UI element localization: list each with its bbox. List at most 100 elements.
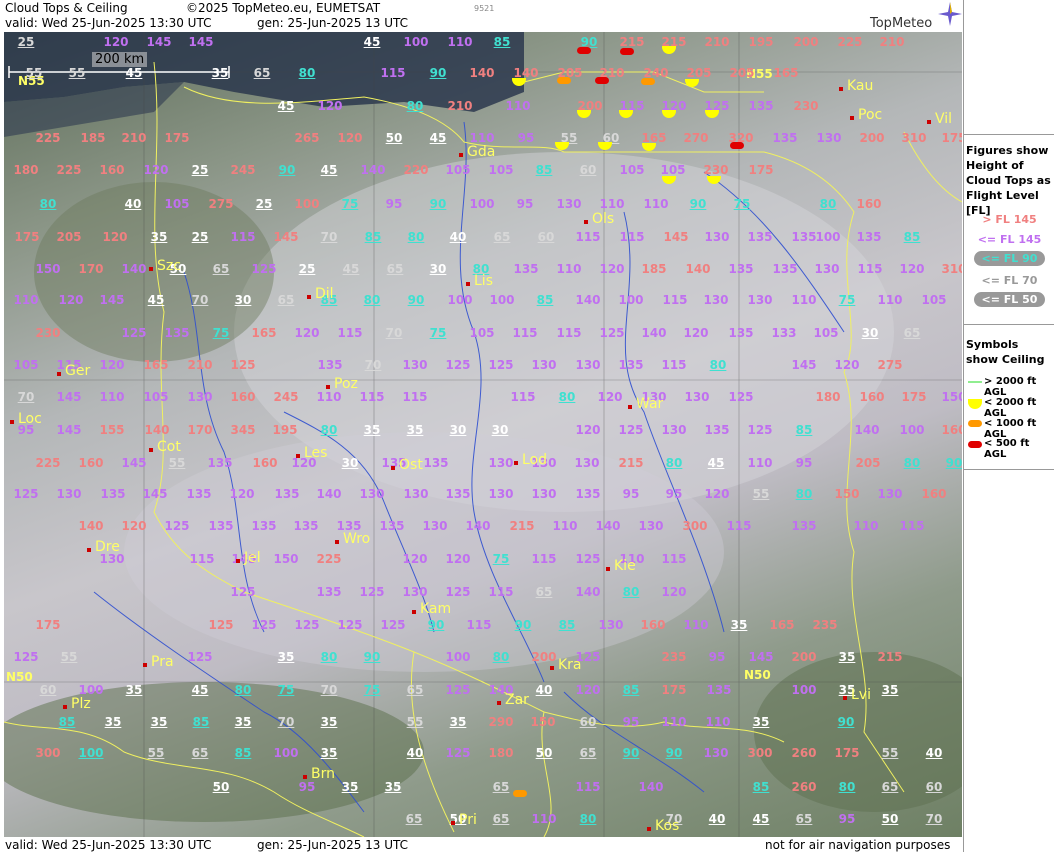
cloud-top-value: 170 xyxy=(78,262,104,276)
cloud-top-value: 65 xyxy=(253,66,271,80)
cloud-top-value: 210 xyxy=(879,35,905,49)
satellite-map[interactable]: 200 km N55 N55 N50 N50 25 120 145 145 45 100 1… xyxy=(4,32,962,837)
city-label: Poc xyxy=(858,107,883,123)
cloud-top-value: 95 xyxy=(838,812,856,826)
legend-heights: Figures show Height of Cloud Tops as Fli… xyxy=(964,134,1054,325)
ceiling-lt500-icon xyxy=(577,47,591,54)
cloud-top-value: 135 xyxy=(100,487,126,501)
cloud-top-value: 100 xyxy=(489,293,515,307)
cloud-top-value: 70 xyxy=(320,683,338,697)
cloud-top-value: 50 xyxy=(535,746,553,760)
cloud-top-value: 160 xyxy=(859,390,885,404)
cloud-top-value: 130 xyxy=(402,585,428,599)
cloud-top-value: 125 xyxy=(359,585,385,599)
cloud-top-value: 35 xyxy=(363,423,381,437)
cloud-top-value: 30 xyxy=(449,423,467,437)
city-label: Loc xyxy=(18,411,42,427)
cloud-top-value: 235 xyxy=(812,618,838,632)
cloud-top-value: 80 xyxy=(39,197,57,211)
valid-time: valid: Wed 25-Jun-2025 13:30 UTC xyxy=(5,16,212,30)
cloud-top-value: 135 xyxy=(791,519,817,533)
map-id: 9521 xyxy=(474,4,495,13)
cloud-top-value: 130 xyxy=(403,487,429,501)
cloud-top-value: 130 xyxy=(574,456,600,470)
cloud-top-value: 35 xyxy=(211,66,229,80)
cloud-top-value: 120 xyxy=(337,131,363,145)
cloud-top-value: 110 xyxy=(661,715,687,729)
city-marker xyxy=(57,372,61,376)
city-marker xyxy=(87,548,91,552)
cloud-top-value: 150 xyxy=(273,552,299,566)
cloud-top-value: 140 xyxy=(78,519,104,533)
cloud-top-value: 45 xyxy=(320,163,338,177)
cloud-top-value: 75 xyxy=(341,197,359,211)
city-marker xyxy=(143,663,147,667)
cloud-top-value: 45 xyxy=(147,293,165,307)
cloud-top-value: 210 xyxy=(121,131,147,145)
cloud-top-value: 130 xyxy=(531,487,557,501)
city-label: Vil xyxy=(935,111,953,127)
cloud-top-value: 35 xyxy=(150,715,168,729)
cloud-top-value: 80 xyxy=(320,423,338,437)
cloud-top-value: 200 xyxy=(531,650,557,664)
cloud-top-value: 115 xyxy=(488,585,514,599)
cloud-top-value: 35 xyxy=(384,780,402,794)
city-marker xyxy=(843,696,847,700)
cloud-top-value: 120 xyxy=(575,683,601,697)
cloud-top-value: 205 xyxy=(855,456,881,470)
cloud-top-value: 150 xyxy=(834,487,860,501)
cloud-top-value: 90 xyxy=(278,163,296,177)
city-label: Gda xyxy=(467,144,496,160)
cloud-top-value: 175 xyxy=(14,230,40,244)
cloud-top-value: 125 xyxy=(445,683,471,697)
cloud-top-value: 60 xyxy=(39,683,57,697)
cloud-top-value: 225 xyxy=(56,163,82,177)
city-marker xyxy=(391,466,395,470)
cloud-top-value: 45 xyxy=(277,99,295,113)
cloud-top-value: 125 xyxy=(230,358,256,372)
cloud-top-value: 110 xyxy=(99,390,125,404)
city-marker xyxy=(149,267,153,271)
cloud-top-value: 115 xyxy=(857,262,883,276)
cloud-top-value: 245 xyxy=(230,163,256,177)
cloud-top-value: 125 xyxy=(121,326,147,340)
map-title: Cloud Tops & Ceiling xyxy=(5,1,128,15)
cloud-top-value: 290 xyxy=(488,715,514,729)
cloud-top-value: 140 xyxy=(638,780,664,794)
cloud-top-value: 125 xyxy=(488,358,514,372)
cloud-top-value: 80 xyxy=(298,66,316,80)
cloud-top-value: 140 xyxy=(465,519,491,533)
cloud-top-value: 145 xyxy=(142,487,168,501)
cloud-top-value: 105 xyxy=(164,197,190,211)
cloud-top-value: 75 xyxy=(838,293,856,307)
cloud-top-value: 90 xyxy=(363,650,381,664)
cloud-top-value: 140 xyxy=(316,487,342,501)
cloud-top-value: 95 xyxy=(795,456,813,470)
cloud-top-value: 85 xyxy=(234,746,252,760)
ceiling-gt2000-icon xyxy=(968,381,982,383)
legend-heights-title: Figures show Height of Cloud Tops as Fli… xyxy=(966,144,1051,217)
cloud-top-value: 235 xyxy=(661,650,687,664)
cloud-top-value: 115 xyxy=(402,390,428,404)
city-marker xyxy=(149,448,153,452)
footer-valid-time: valid: Wed 25-Jun-2025 13:30 UTC xyxy=(5,838,212,852)
cloud-top-value: 145 xyxy=(56,423,82,437)
city-label: Kos xyxy=(655,818,680,834)
cloud-top-value: 175 xyxy=(35,618,61,632)
cloud-top-value: 120 xyxy=(704,487,730,501)
cloud-top-value: 130 xyxy=(704,230,730,244)
city-marker xyxy=(606,567,610,571)
header-bar: Cloud Tops & Ceiling ©2025 TopMeteo.eu, … xyxy=(0,0,963,32)
city-label: Brn xyxy=(311,766,335,782)
cloud-top-value: 65 xyxy=(492,780,510,794)
cloud-top-value: 30 xyxy=(491,423,509,437)
cloud-top-value: 45 xyxy=(363,35,381,49)
cloud-top-value: 205 xyxy=(56,230,82,244)
cloud-top-value: 25 xyxy=(17,35,35,49)
cloud-top-value: 135 xyxy=(772,262,798,276)
cloud-top-value: 110 xyxy=(505,99,531,113)
legend-ceiling-title: Symbols show Ceiling xyxy=(966,338,1045,366)
cloud-top-value: 35 xyxy=(234,715,252,729)
cloud-top-value: 100 xyxy=(899,423,925,437)
cloud-top-value: 135 xyxy=(748,99,774,113)
